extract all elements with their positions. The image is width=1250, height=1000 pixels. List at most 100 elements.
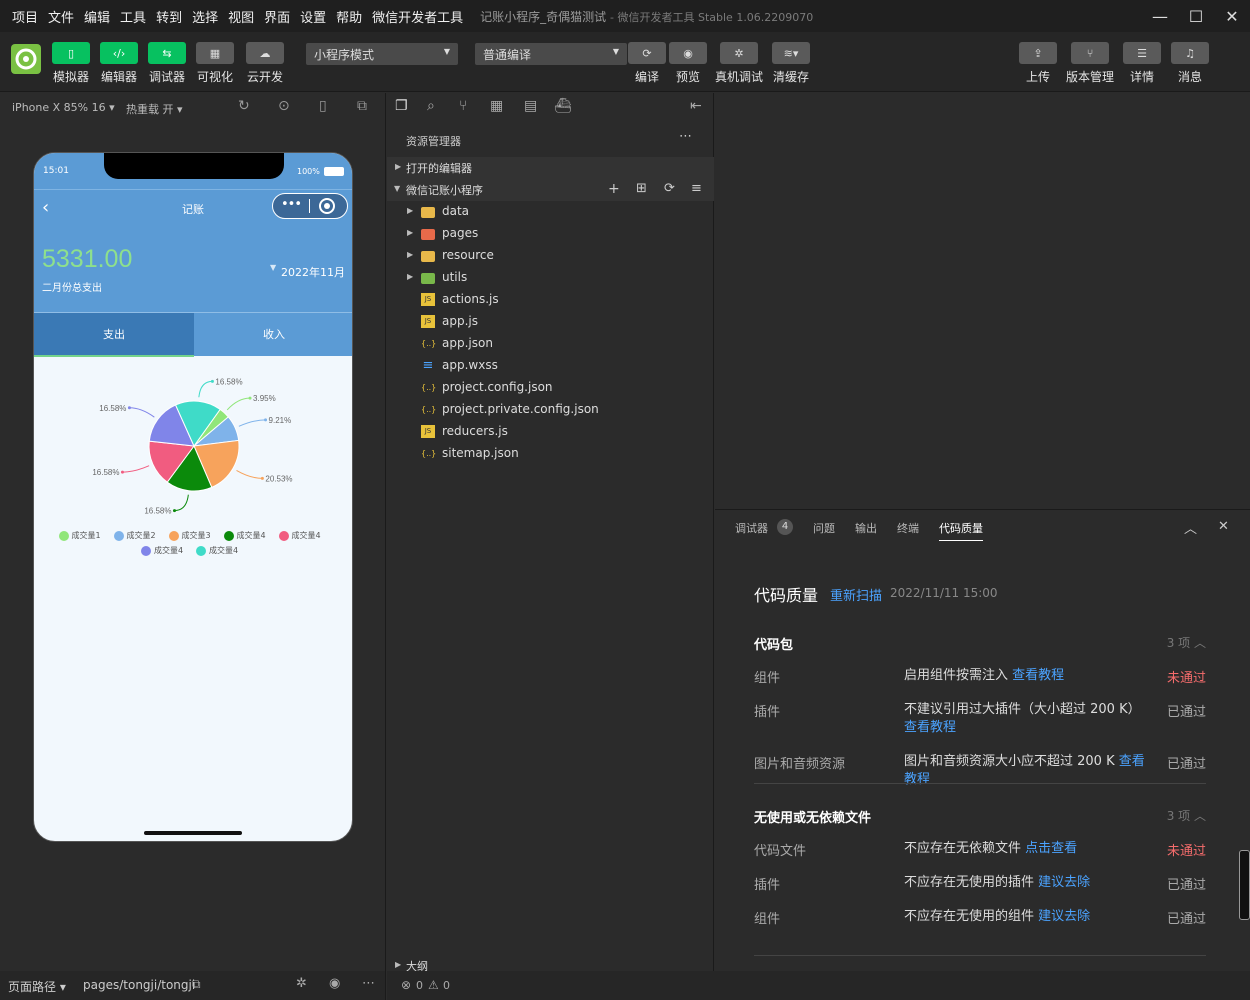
source-control-icon[interactable]: ⑂ [459,98,467,114]
tab-expense[interactable]: 支出 [34,313,194,357]
back-icon[interactable]: ‹ [42,197,49,218]
preview-button[interactable]: ◉ 预览 [669,42,707,85]
check-link[interactable]: 建议去除 [1038,875,1090,890]
bug-icon[interactable]: ✲ [296,976,307,991]
stop-icon[interactable]: ⊙ [278,98,290,114]
menu-wechat-devtools[interactable]: 微信开发者工具 [367,7,468,26]
file-row[interactable]: JS reducers.js [387,421,714,443]
new-file-icon[interactable]: + [608,181,620,197]
menu-tools[interactable]: 工具 [115,7,151,26]
tab-debugger[interactable]: 调试器 [735,520,768,536]
minimize-icon[interactable]: — [1142,0,1178,32]
file-row[interactable]: {..} project.config.json [387,377,714,399]
legend-label: 成交量4 [291,531,321,540]
file-row[interactable]: ▶ resource [387,245,714,267]
eye-icon[interactable]: ◉ [329,976,340,991]
collapse-sidebar-icon[interactable]: ⇤ [690,98,702,114]
visual-button[interactable]: ▦ 可视化 [196,42,234,85]
compile-button[interactable]: ⟳ 编译 [628,42,666,85]
messages-button[interactable]: ♫ 消息 [1171,42,1209,85]
rotate-icon[interactable]: ↻ [238,98,250,114]
close-mini-program-icon[interactable] [319,198,335,214]
open-editors-section[interactable]: ▶ 打开的编辑器 [387,157,714,179]
messages-label: 消息 [1177,70,1202,84]
cloud-button[interactable]: ☁ 云开发 [246,42,284,85]
page-path-select[interactable]: 页面路径 ▾ [8,978,66,995]
tab-issues[interactable]: 问题 [813,520,835,536]
file-row[interactable]: ▶ utils [387,267,714,289]
quality-section-header[interactable]: 代码包 3 项 ︿ [754,634,1206,654]
scroll-handle[interactable] [1239,850,1250,920]
close-window-icon[interactable]: ✕ [1214,0,1250,32]
menu-file[interactable]: 文件 [43,7,79,26]
copy-icon[interactable]: ⧉ [192,977,201,992]
file-row[interactable]: JS actions.js [387,289,714,311]
file-row[interactable]: ≡ app.wxss [387,355,714,377]
check-status: 已通过 [1166,705,1206,720]
maximize-icon[interactable]: ☐ [1178,0,1214,32]
compile-select[interactable]: 普通编译 ▼ [475,43,627,65]
refresh-icon[interactable]: ⟳ [664,181,675,196]
menu-interface[interactable]: 界面 [259,7,295,26]
check-link[interactable]: 建议去除 [1038,909,1090,924]
check-link[interactable]: 查看教程 [1012,668,1064,683]
hot-reload-select[interactable]: 热重载 开 ▾ [126,101,183,117]
more-dots-icon[interactable]: ••• [281,197,302,212]
mini-program-capsule[interactable]: ••• [272,193,348,219]
search-icon[interactable]: ⌕ [427,98,435,114]
menu-edit[interactable]: 编辑 [79,7,115,26]
more-icon[interactable]: ⋯ [679,129,692,144]
popout-icon[interactable]: ⧉ [357,98,367,114]
menu-goto[interactable]: 转到 [151,7,187,26]
folder-icon [421,229,435,240]
upload-icon: ⇪ [1019,42,1057,64]
tab-terminal[interactable]: 终端 [897,520,919,536]
simulator-button[interactable]: ▯ 模拟器 [52,42,90,85]
collapse-all-icon[interactable]: ≡ [691,181,702,196]
rescan-link[interactable]: 重新扫描 [830,585,882,604]
error-icon[interactable]: ⊗ [401,978,411,992]
new-folder-icon[interactable]: ⊞ [636,181,647,196]
debugger-button[interactable]: ⇆ 调试器 [148,42,186,85]
chevron-up-icon[interactable]: ︿ [1184,518,1197,537]
menu-help[interactable]: 帮助 [331,7,367,26]
file-row[interactable]: {..} sitemap.json [387,443,714,465]
warning-icon[interactable]: ⚠ [428,978,439,992]
close-panel-icon[interactable]: ✕ [1218,519,1229,534]
files-icon[interactable]: ❐ [395,98,408,114]
remote-debug-button[interactable]: ✲ 真机调试 [715,42,763,85]
quality-section-header[interactable]: 无使用或无依赖文件 3 项 ︿ [754,807,1206,827]
more-icon[interactable]: ⋯ [362,976,375,991]
check-text: 不应存在无使用的组件 [904,909,1039,924]
check-link[interactable]: 查看教程 [904,720,956,735]
json-file-icon: {..} [421,449,437,458]
device-select[interactable]: iPhone X 85% 16 ▾ [12,101,115,114]
storage-icon[interactable]: ▤ [524,98,537,114]
file-row[interactable]: ▶ data [387,201,714,223]
menu-select[interactable]: 选择 [187,7,223,26]
file-row[interactable]: JS app.js [387,311,714,333]
details-button[interactable]: ☰ 详情 [1123,42,1161,85]
clear-cache-button[interactable]: ≋▾ 清缓存 [772,42,810,85]
menu-view[interactable]: 视图 [223,7,259,26]
tab-code-quality[interactable]: 代码质量 [939,520,983,541]
file-row[interactable]: ▶ pages [387,223,714,245]
editor-button[interactable]: ‹/› 编辑器 [100,42,138,85]
month-picker[interactable]: 2022年11月 [281,264,345,280]
mode-select[interactable]: 小程序模式 ▼ [306,43,458,65]
version-button[interactable]: ⑂ 版本管理 [1066,42,1114,85]
menu-project[interactable]: 项目 [7,7,43,26]
upload-button[interactable]: ⇪ 上传 [1019,42,1057,85]
project-section[interactable]: ▼ 微信记账小程序 + ⊞ ⟳ ≡ [387,179,714,201]
menu-settings[interactable]: 设置 [295,7,331,26]
extensions-icon[interactable]: ▦ [490,98,503,114]
chevron-right-icon: ▶ [407,250,414,259]
tab-income[interactable]: 收入 [194,313,352,357]
check-link[interactable]: 点击查看 [1025,841,1077,856]
file-row[interactable]: {..} project.private.config.json [387,399,714,421]
phone-frame-icon[interactable]: ▯ [319,98,327,114]
nav-title: 记账 [182,203,204,216]
docker-icon[interactable]: ⛴ [554,98,572,114]
tab-output[interactable]: 输出 [855,520,877,536]
file-row[interactable]: {..} app.json [387,333,714,355]
